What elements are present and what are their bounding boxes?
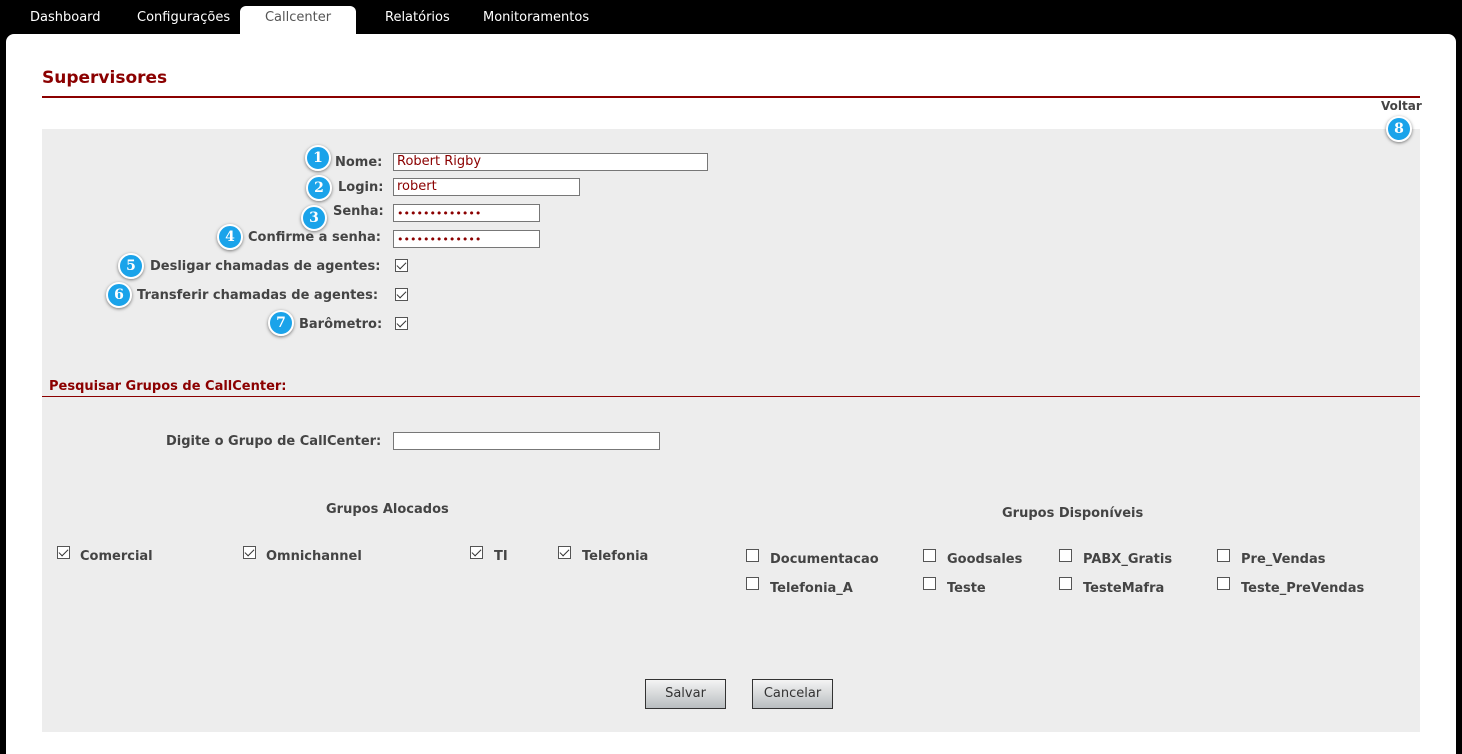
top-nav: Dashboard Configurações Callcenter Relat… xyxy=(0,0,1462,34)
transfer-calls-checkbox[interactable] xyxy=(395,288,408,301)
available-checkbox-testemafra[interactable] xyxy=(1059,577,1072,590)
tab-dashboard[interactable]: Dashboard xyxy=(30,10,101,25)
allocated-checkbox-telefonia[interactable] xyxy=(558,546,571,559)
hangup-calls-label: Desligar chamadas de agentes: xyxy=(150,259,381,274)
allocated-label-comercial: Comercial xyxy=(80,549,153,564)
login-input[interactable]: robert xyxy=(393,178,580,196)
transfer-calls-label: Transferir chamadas de agentes: xyxy=(137,288,379,303)
tab-monitoramentos[interactable]: Monitoramentos xyxy=(483,10,589,25)
page-title: Supervisores xyxy=(42,68,168,88)
available-checkbox-telefonia-a[interactable] xyxy=(746,577,759,590)
search-section-divider xyxy=(42,396,1420,397)
password-input[interactable]: ••••••••••••• xyxy=(393,204,540,222)
available-label-goodsales: Goodsales xyxy=(947,552,1023,567)
badge-2: 2 xyxy=(306,175,332,201)
group-search-input[interactable] xyxy=(393,432,660,450)
available-label-teste-prevendas: Teste_PreVendas xyxy=(1241,581,1365,596)
allocated-checkbox-comercial[interactable] xyxy=(57,546,70,559)
available-checkbox-pre-vendas[interactable] xyxy=(1217,549,1230,562)
barometer-label: Barômetro: xyxy=(299,317,383,332)
available-label-telefonia-a: Telefonia_A xyxy=(770,581,853,596)
form-panel xyxy=(42,129,1420,732)
available-label-testemafra: TesteMafra xyxy=(1083,581,1165,596)
available-checkbox-teste[interactable] xyxy=(923,577,936,590)
badge-3: 3 xyxy=(301,205,327,231)
tab-configuracoes[interactable]: Configurações xyxy=(137,10,230,25)
title-divider xyxy=(42,96,1420,98)
available-label-teste: Teste xyxy=(947,581,986,596)
available-checkbox-goodsales[interactable] xyxy=(923,549,936,562)
allocated-checkbox-ti[interactable] xyxy=(470,546,483,559)
available-checkbox-documentacao[interactable] xyxy=(746,549,759,562)
name-input[interactable]: Robert Rigby xyxy=(393,153,708,171)
allocated-label-ti: TI xyxy=(494,549,508,564)
badge-7: 7 xyxy=(268,310,294,336)
password-label: Senha: xyxy=(333,204,384,219)
search-section-title: Pesquisar Grupos de CallCenter: xyxy=(49,379,287,394)
name-label: Nome: xyxy=(335,155,383,170)
tab-relatorios[interactable]: Relatórios xyxy=(385,10,450,25)
available-label-pabx-gratis: PABX_Gratis xyxy=(1083,552,1173,567)
save-button[interactable]: Salvar xyxy=(645,679,726,709)
badge-4: 4 xyxy=(217,224,243,250)
badge-6: 6 xyxy=(106,282,132,308)
available-label-pre-vendas: Pre_Vendas xyxy=(1241,552,1326,567)
confirm-password-input[interactable]: ••••••••••••• xyxy=(393,230,540,248)
confirm-password-label: Confirme a senha: xyxy=(248,230,381,245)
available-groups-title: Grupos Disponíveis xyxy=(1002,506,1144,521)
available-checkbox-pabx-gratis[interactable] xyxy=(1059,549,1072,562)
hangup-calls-checkbox[interactable] xyxy=(395,259,408,272)
barometer-checkbox[interactable] xyxy=(395,317,408,330)
badge-8: 8 xyxy=(1386,116,1412,142)
badge-5: 5 xyxy=(118,253,144,279)
back-link[interactable]: Voltar xyxy=(1381,99,1422,113)
allocated-checkbox-omnichannel[interactable] xyxy=(243,546,256,559)
allocated-label-telefonia: Telefonia xyxy=(582,549,649,564)
login-label: Login: xyxy=(338,180,384,195)
available-checkbox-teste-prevendas[interactable] xyxy=(1217,577,1230,590)
tab-callcenter[interactable]: Callcenter xyxy=(240,6,356,34)
allocated-label-omnichannel: Omnichannel xyxy=(266,549,362,564)
badge-1: 1 xyxy=(305,145,331,171)
allocated-groups-title: Grupos Alocados xyxy=(326,502,449,517)
available-label-documentacao: Documentacao xyxy=(770,552,879,567)
group-search-label: Digite o Grupo de CallCenter: xyxy=(166,434,382,449)
cancel-button[interactable]: Cancelar xyxy=(752,679,833,709)
